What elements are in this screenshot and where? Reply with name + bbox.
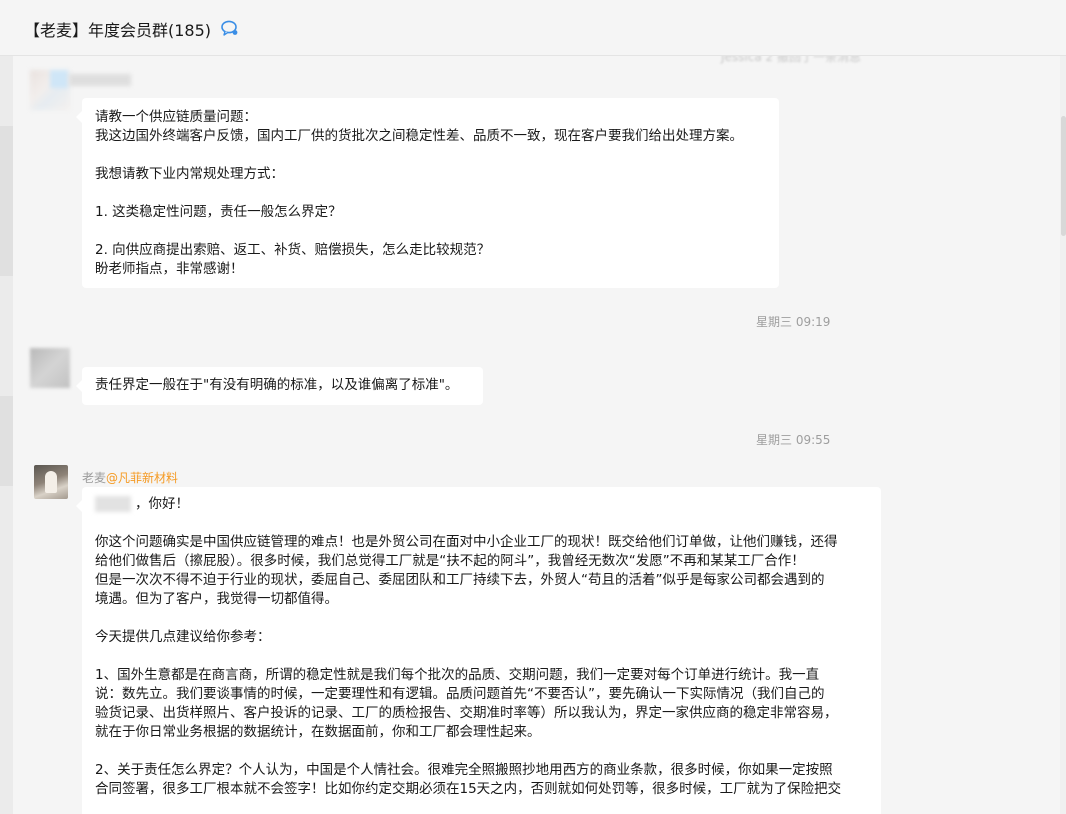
message-line: 我想请教下业内常规处理方式： — [95, 166, 284, 182]
message-line: 我这边国外终端客户反馈，国内工厂供的货批次之间稳定性差、品质不一致，现在客户要我… — [95, 128, 743, 144]
greeting-text: ，你好！ — [135, 496, 189, 512]
message-bubble[interactable]: 请教一个供应链质量问题： 我这边国外终端客户反馈，国内工厂供的货批次之间稳定性差… — [76, 98, 779, 288]
timestamp: 星期三 09:19 — [756, 315, 831, 329]
sender-name[interactable]: 老麦@凡菲新材料 — [82, 469, 178, 486]
message-line: 2、关于责任怎么界定？个人认为，中国是个人情社会。很难完全照搬照抄地用西方的商业… — [95, 762, 833, 778]
message-bubble[interactable]: 责任界定一般在于"有没有明确的标准，以及谁偏离了标准"。 — [76, 367, 483, 405]
message-list: Jessica 2 撤回了一条消息 请教一个供应链质量问题： 我这边国外终端客户… — [13, 56, 1060, 814]
sender-name-blurred — [69, 74, 131, 86]
message-line: 请教一个供应链质量问题： — [95, 109, 257, 125]
message-line — [95, 146, 766, 165]
message-line: 今天提供几点建议给你参考： — [95, 629, 271, 645]
message-line — [95, 609, 868, 628]
message-line — [95, 742, 868, 761]
message-line: 你这个问题确实是中国供应链管理的难点！也是外贸公司在面对中小企业工厂的现状！既交… — [95, 534, 838, 550]
message-line: 给他们做售后（擦屁股）。很多时候，我们总觉得工厂就是“扶不起的阿斗”，我曾经无数… — [95, 553, 805, 569]
message-line: 境遇。但为了客户，我觉得一切都值得。 — [95, 591, 338, 607]
chat-header: 【老麦】年度会员群(185) — [0, 0, 1066, 56]
message-line: 说：数先立。我们要谈事情的时候，一定要理性和有逻辑。品质问题首先“不要否认”，要… — [95, 686, 825, 702]
message-line: 但是一次次不得不迫于行业的现状，委屈自己、委屈团队和工厂持续下去，外贸人“苟且的… — [95, 572, 825, 588]
message-bubble[interactable]: ，你好！ 你这个问题确实是中国供应链管理的难点！也是外贸公司在面对中小企业工厂的… — [76, 487, 881, 814]
message-line — [95, 222, 766, 241]
sender-company: @凡菲新材料 — [106, 471, 179, 485]
avatar[interactable] — [34, 465, 68, 499]
faint-system-notice: Jessica 2 撤回了一条消息 — [721, 56, 861, 64]
left-panel-segment — [0, 396, 13, 486]
message-line: 盼老师指点，非常感谢！ — [95, 261, 244, 277]
left-panel-segment — [0, 126, 13, 276]
message-line: 2. 向供应商提出索赔、返工、补货、赔偿损失，怎么走比较规范？ — [95, 242, 491, 258]
mention-blurred — [95, 496, 131, 512]
message-line — [95, 184, 766, 203]
timestamp: 星期三 09:55 — [756, 433, 831, 447]
message-line: 1. 这类稳定性问题，责任一般怎么界定？ — [95, 204, 342, 220]
message-line: 责任界定一般在于"有没有明确的标准，以及谁偏离了标准"。 — [95, 377, 459, 393]
message-line: 合同签署，很多工厂根本就不会签字！比如你约定交期必须在15天之内，否则就如何处罚… — [95, 781, 842, 797]
message-line: 1、国外生意都是在商言商，所谓的稳定性就是我们每个批次的品质、交期问题，我们一定… — [95, 667, 820, 683]
avatar[interactable] — [30, 70, 70, 110]
sender-nickname: 老麦 — [82, 471, 107, 485]
greeting-line: ，你好！ — [95, 495, 868, 514]
message-line: 就在于你日常业务根据的数据统计，在数据面前，你和工厂都会理性起来。 — [95, 724, 541, 740]
left-panel-edge — [0, 56, 13, 814]
message-line — [95, 514, 868, 533]
message-line — [95, 647, 868, 666]
avatar[interactable] — [30, 348, 70, 388]
scrollbar-thumb[interactable] — [1061, 116, 1066, 236]
group-title[interactable]: 【老麦】年度会员群(185) — [24, 17, 211, 41]
message-line: 验货记录、出货样照片、客户投诉的记录、工厂的质检报告、交期准时率等）所以我认为，… — [95, 705, 838, 721]
scrollbar[interactable] — [1060, 56, 1066, 814]
chat-bubble-icon[interactable] — [221, 20, 239, 36]
